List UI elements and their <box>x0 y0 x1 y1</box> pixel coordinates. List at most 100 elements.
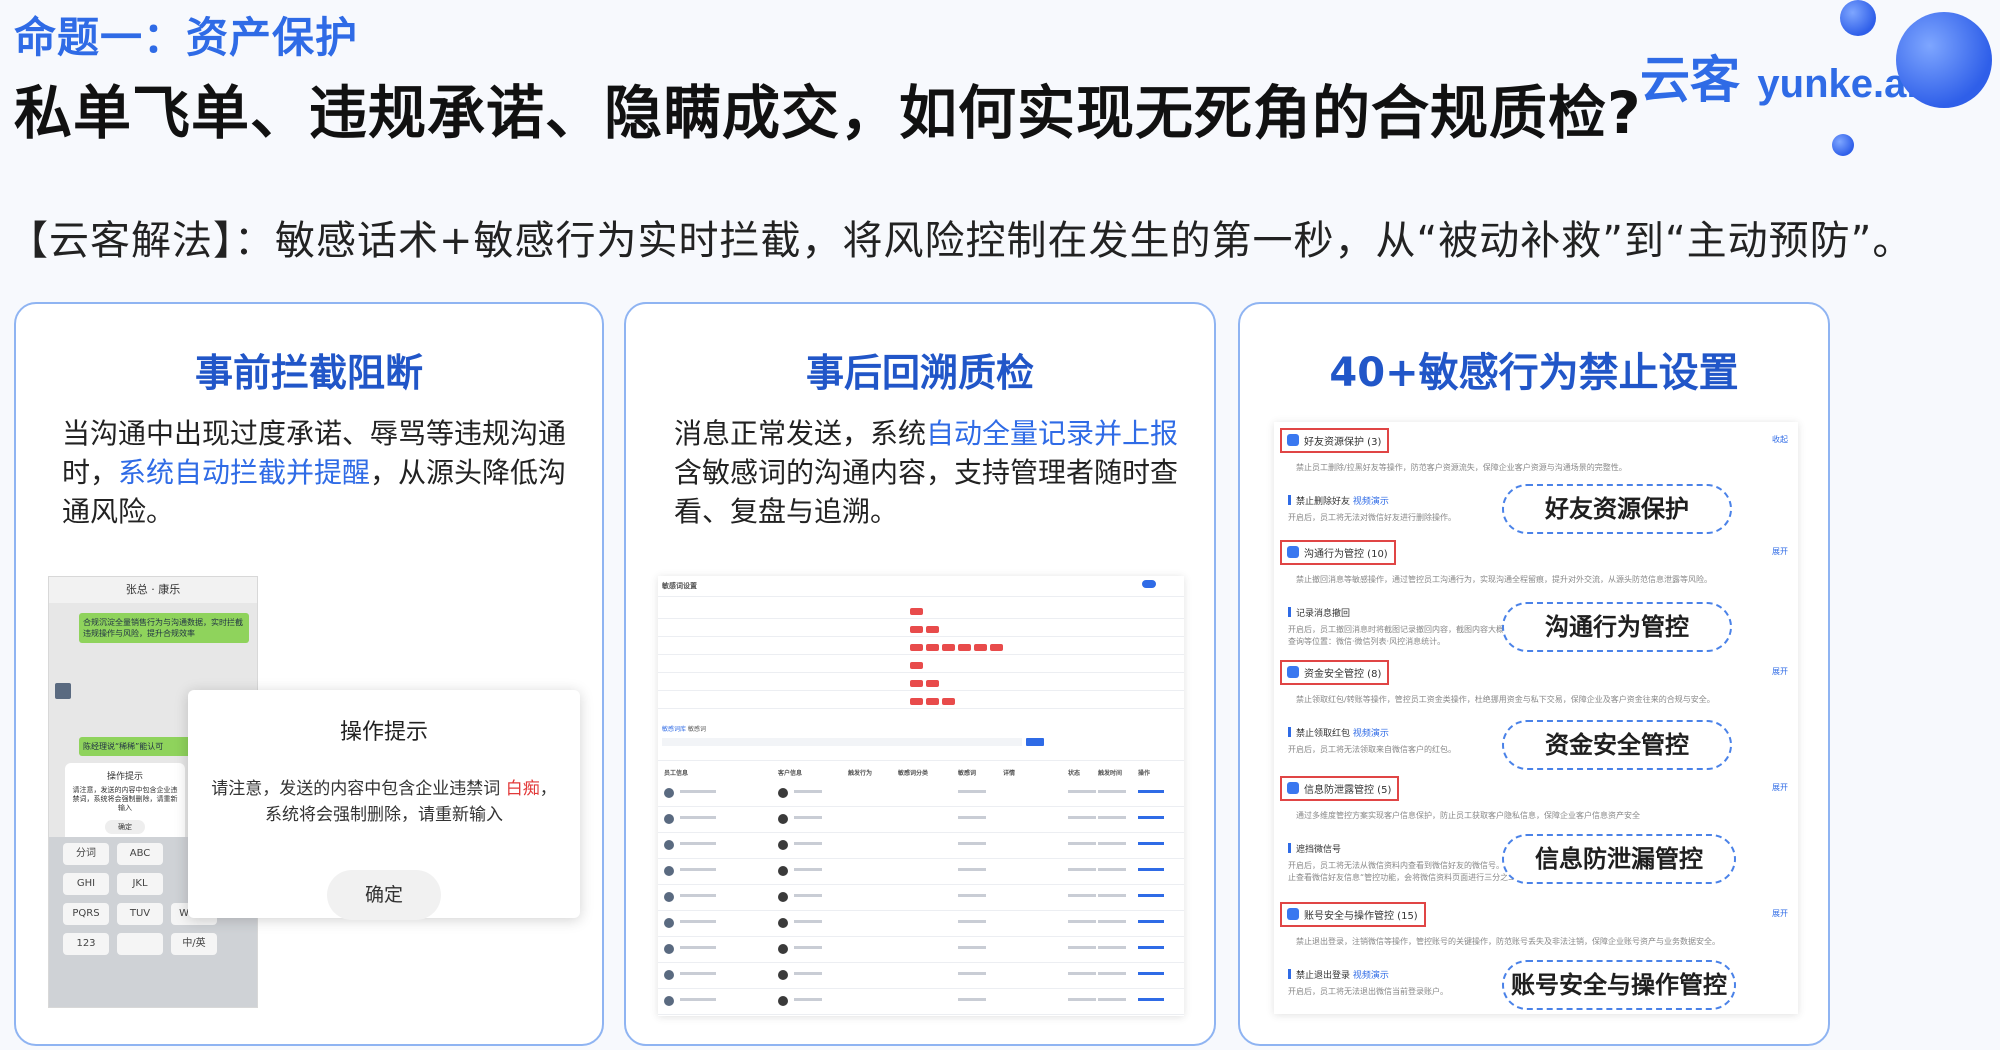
expand-toggle[interactable]: 展开 <box>1772 546 1788 557</box>
expand-toggle[interactable]: 展开 <box>1772 782 1788 793</box>
sensitive-word-tag <box>926 644 939 651</box>
row-action-link[interactable] <box>1138 790 1164 793</box>
column-header: 客户信息 <box>778 770 803 777</box>
customer-avatar <box>778 814 788 824</box>
topic-label: 命题一：资产保护 <box>14 13 359 62</box>
small-alert: 操作提示 请注意，发送的内容中包含企业违禁词，系统将会强制删除，请重新输入 确定 <box>65 763 185 847</box>
row-action-link[interactable] <box>1138 920 1164 923</box>
settings-panel: 好友资源保护 (3) 收起 禁止员工删除/拉黑好友等操作，防范客户资源流失，保障… <box>1274 422 1798 1014</box>
key-fenci[interactable]: 分词 <box>63 843 109 865</box>
filter-bar <box>662 738 1022 746</box>
expand-toggle[interactable]: 展开 <box>1772 908 1788 919</box>
forbidden-word: 白痴 <box>505 779 540 799</box>
highlight-text: 自动全量记录并上报 <box>926 417 1179 450</box>
sensitive-word-tag <box>910 644 923 651</box>
cell-placeholder <box>1098 920 1126 923</box>
cell-placeholder <box>1068 868 1096 871</box>
section-account-safety[interactable]: 账号安全与操作管控 (15) <box>1280 902 1426 927</box>
row-action-link[interactable] <box>1138 946 1164 949</box>
row-divider <box>658 936 1184 937</box>
sensitive-word-tag <box>910 680 923 687</box>
employee-avatar <box>664 814 674 824</box>
row-action-link[interactable] <box>1138 998 1164 1001</box>
card-description: 消息正常发送，系统自动全量记录并上报含敏感词的沟通内容，支持管理者随时查看、复盘… <box>674 417 1179 528</box>
cell-placeholder <box>794 790 822 793</box>
cell-placeholder <box>680 790 716 793</box>
decor-orb-small <box>1832 134 1854 156</box>
cell-placeholder <box>958 920 986 923</box>
employee-avatar <box>664 840 674 850</box>
search-button[interactable] <box>1026 738 1044 746</box>
cell-placeholder <box>1068 998 1096 1001</box>
section-desc: 禁止撤回消息等敏感操作，通过管控员工沟通行为，实现沟通全程留痕，提升对外交流，从… <box>1296 575 1712 584</box>
card-title: 40+敏感行为禁止设置 <box>1329 350 1739 396</box>
employee-avatar <box>664 996 674 1006</box>
collapse-toggle[interactable]: 收起 <box>1772 434 1788 445</box>
pill-info-leak: 信息防泄漏管控 <box>1502 834 1736 884</box>
setting-item-label: 禁止删除好友 视频演示 <box>1288 494 1389 507</box>
key-tuv[interactable]: TUV <box>117 903 163 925</box>
section-communication[interactable]: 沟通行为管控 (10) <box>1280 540 1396 565</box>
row-action-link[interactable] <box>1138 816 1164 819</box>
key-jkl[interactable]: JKL <box>117 873 163 895</box>
key-123[interactable]: 123 <box>63 933 109 955</box>
cell-placeholder <box>680 868 716 871</box>
chat-header: 张总 · 康乐 <box>49 577 257 603</box>
expand-toggle[interactable]: 展开 <box>1772 666 1788 677</box>
page-title: 私单飞单、违规承诺、隐瞒成交，如何实现无死角的合规质检? <box>14 79 1642 147</box>
row-divider <box>658 884 1184 885</box>
decor-orb-large <box>1896 12 1992 108</box>
video-demo-link[interactable]: 视频演示 <box>1353 971 1389 981</box>
column-header: 敏感词分类 <box>898 770 929 777</box>
top-row-divider <box>658 672 1184 673</box>
key-pqrs[interactable]: PQRS <box>63 903 109 925</box>
employee-avatar <box>664 970 674 980</box>
cell-placeholder <box>958 816 986 819</box>
video-demo-link[interactable]: 视频演示 <box>1353 729 1389 739</box>
cell-placeholder <box>794 998 822 1001</box>
cell-placeholder <box>794 972 822 975</box>
pill-friend-protection: 好友资源保护 <box>1502 484 1732 534</box>
sensitive-word-tag <box>926 680 939 687</box>
row-action-link[interactable] <box>1138 868 1164 871</box>
row-action-link[interactable] <box>1138 972 1164 975</box>
cell-placeholder <box>958 998 986 1001</box>
key-abc[interactable]: ABC <box>117 843 163 865</box>
column-header: 操作 <box>1138 770 1151 777</box>
chat-icon <box>1287 546 1299 558</box>
tab-sensitive-lib[interactable]: 敏感词库 <box>662 724 686 733</box>
key-ghi[interactable]: GHI <box>63 873 109 895</box>
cell-placeholder <box>1098 998 1126 1001</box>
cell-placeholder <box>1068 972 1096 975</box>
cell-placeholder <box>794 816 822 819</box>
dialog-title: 操作提示 <box>339 720 428 745</box>
section-friend-protection[interactable]: 好友资源保护 (3) <box>1280 428 1390 453</box>
cell-placeholder <box>958 972 986 975</box>
tab-sensitive-word[interactable]: 敏感词 <box>688 724 706 733</box>
customer-avatar <box>778 944 788 954</box>
dialog-confirm-button[interactable]: 确定 <box>327 870 441 920</box>
small-alert-ok-button[interactable]: 确定 <box>105 820 145 834</box>
sensitive-word-tag <box>942 698 955 705</box>
cell-placeholder <box>680 972 716 975</box>
cell-placeholder <box>680 946 716 949</box>
key-space[interactable] <box>117 933 163 955</box>
row-action-link[interactable] <box>1138 842 1164 845</box>
card-pre-interception: 事前拦截阻断 当沟通中出现过度承诺、辱骂等违规沟通时，系统自动拦截并提醒，从源头… <box>14 302 604 1046</box>
sensitive-word-tag <box>910 608 923 615</box>
cell-placeholder <box>1098 946 1126 949</box>
cell-placeholder <box>1068 816 1096 819</box>
sensitive-word-tag <box>926 698 939 705</box>
customer-avatar <box>778 788 788 798</box>
toggle-switch[interactable] <box>1142 580 1156 588</box>
customer-avatar <box>778 996 788 1006</box>
row-action-link[interactable] <box>1138 894 1164 897</box>
section-fund-safety[interactable]: 资金安全管控 (8) <box>1280 660 1390 685</box>
column-header: 状态 <box>1068 770 1081 777</box>
cell-placeholder <box>680 894 716 897</box>
video-demo-link[interactable]: 视频演示 <box>1353 497 1389 507</box>
employee-avatar <box>664 788 674 798</box>
key-lang[interactable]: 中/英 <box>171 933 217 955</box>
section-info-leak[interactable]: 信息防泄露管控 (5) <box>1280 776 1400 801</box>
card-post-review: 事后回溯质检 消息正常发送，系统自动全量记录并上报含敏感词的沟通内容，支持管理者… <box>624 302 1216 1046</box>
